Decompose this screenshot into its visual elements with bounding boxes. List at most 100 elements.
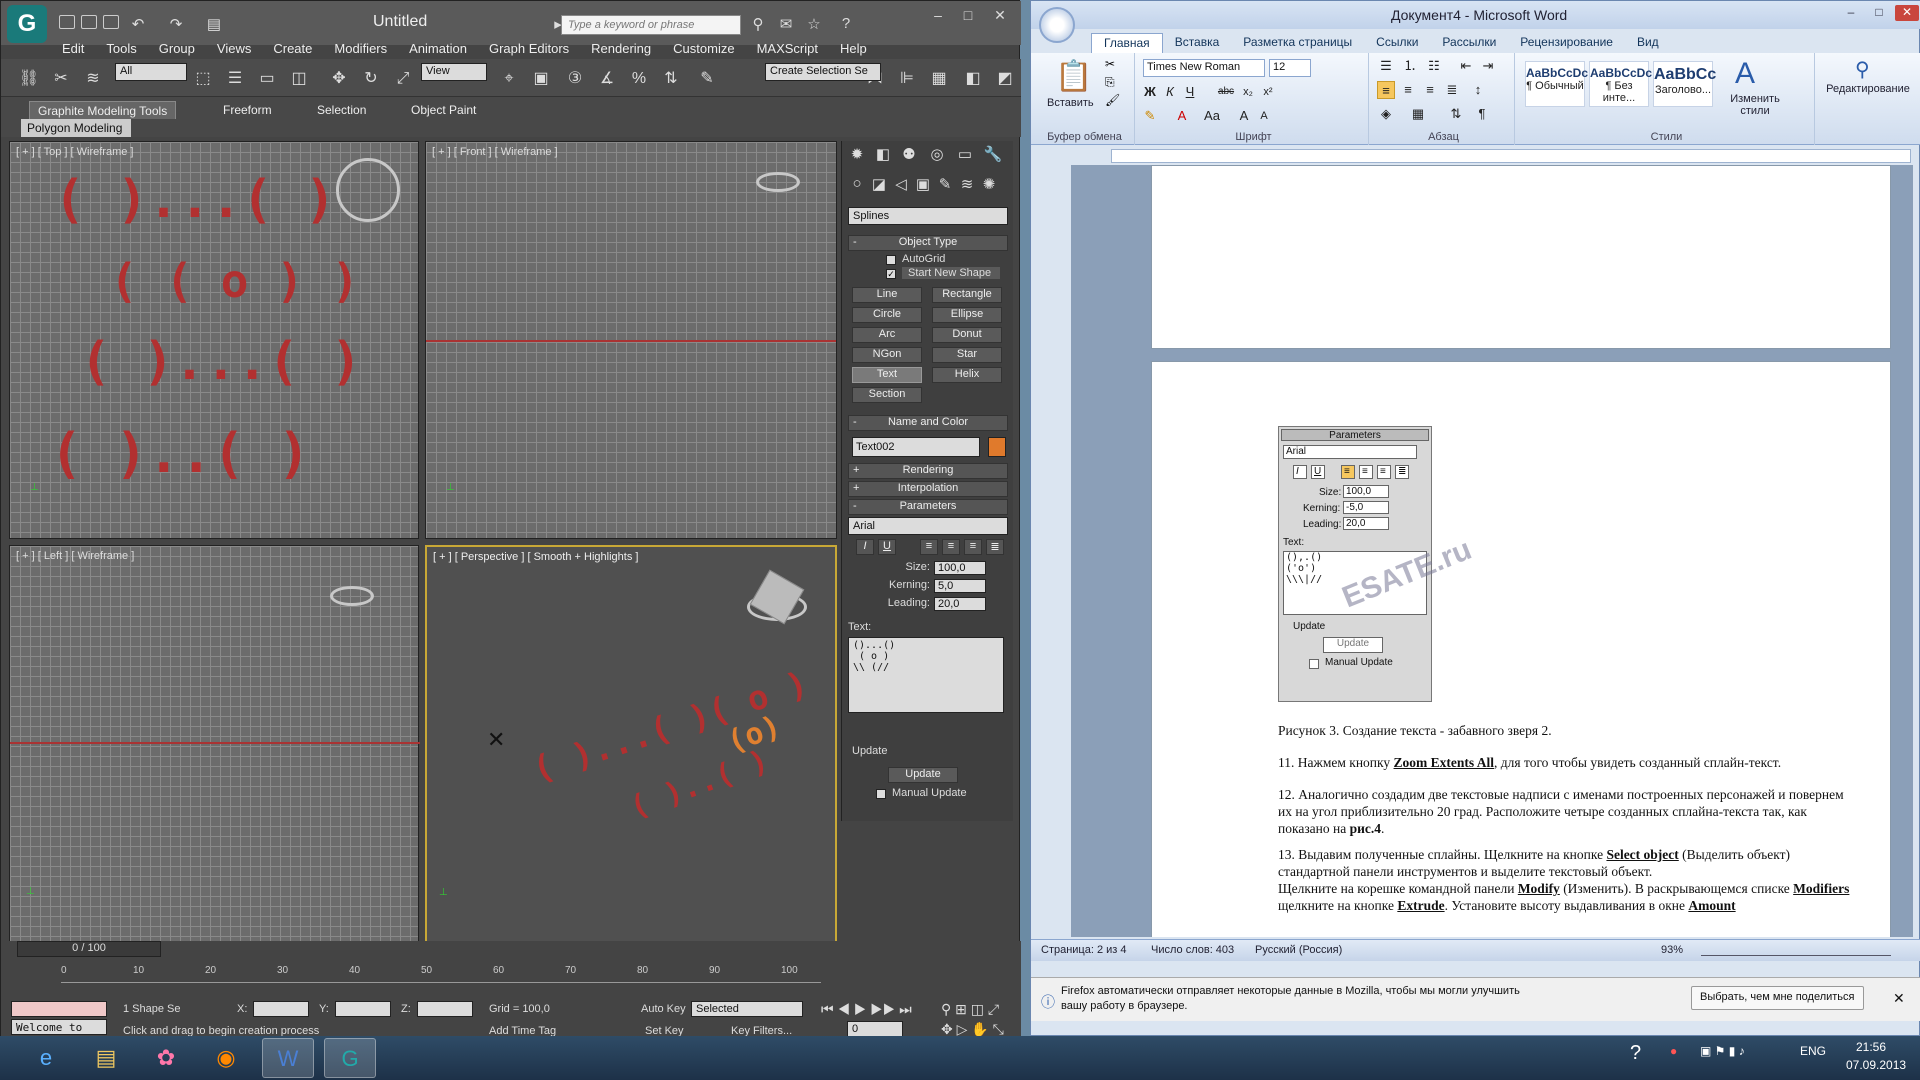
format-painter-icon[interactable]: 🖌	[1105, 93, 1120, 107]
tab-page-layout[interactable]: Разметка страницы	[1231, 33, 1364, 53]
reference-coord-dropdown[interactable]: View	[421, 63, 487, 81]
style-heading[interactable]: AaBbCc Заголово...	[1653, 61, 1716, 107]
minimize-icon[interactable]: –	[1839, 5, 1863, 21]
close-icon[interactable]: ✕	[1895, 5, 1919, 21]
viewport-perspective[interactable]: [ + ] [ Perspective ] [ Smooth + Highlig…	[425, 545, 837, 943]
align-right-icon[interactable]: ≡	[1421, 81, 1439, 99]
italic-icon[interactable]: К	[1161, 83, 1179, 101]
increase-indent-icon[interactable]: ⇥	[1479, 57, 1497, 75]
font-size-field[interactable]: 12	[1269, 59, 1311, 77]
key-mode-dropdown[interactable]: Selected	[691, 1001, 803, 1017]
ellipse-button[interactable]: Ellipse	[932, 307, 1002, 323]
polygon-modeling-panel[interactable]: Polygon Modeling	[21, 119, 131, 137]
word-count[interactable]: Число слов: 403	[1151, 944, 1234, 956]
language-status[interactable]: Русский (Россия)	[1255, 944, 1342, 956]
align-icon[interactable]: ⊫	[895, 67, 919, 91]
display-tab-icon[interactable]: ▭	[954, 145, 976, 167]
bullets-icon[interactable]: ☰	[1377, 57, 1395, 75]
tab-review[interactable]: Рецензирование	[1508, 33, 1625, 53]
select-manipulate-icon[interactable]: ▣	[529, 67, 553, 91]
text-button[interactable]: Text	[852, 367, 922, 383]
object-color-swatch[interactable]	[988, 437, 1006, 457]
menu-modifiers[interactable]: Modifiers	[323, 39, 398, 57]
viewcube-icon[interactable]	[756, 172, 800, 192]
align-left-icon[interactable]: ≡	[1377, 81, 1395, 99]
current-frame-field[interactable]: 0	[847, 1021, 903, 1037]
arc-button[interactable]: Arc	[852, 327, 922, 343]
tray-icons[interactable]: ▣ ⚑ ▮ ♪	[1700, 1044, 1745, 1058]
superscript-icon[interactable]: x²	[1259, 83, 1277, 101]
playback-controls-icon[interactable]: ⏮ ◀ ▶ ▶▶ ⏭	[821, 1001, 912, 1018]
input-language[interactable]: ENG	[1800, 1044, 1826, 1058]
create-tab-icon[interactable]: ✹	[846, 145, 868, 167]
helix-button[interactable]: Helix	[932, 367, 1002, 383]
viewport-left-label[interactable]: [ + ] [ Left ] [ Wireframe ]	[16, 550, 134, 562]
lights-icon[interactable]: ◁	[890, 175, 912, 197]
viewport-persp-label[interactable]: [ + ] [ Perspective ] [ Smooth + Highlig…	[433, 551, 638, 563]
edit-named-selection-icon[interactable]: ✎	[695, 67, 719, 91]
menu-customize[interactable]: Customize	[662, 39, 745, 57]
tab-references[interactable]: Ссылки	[1364, 33, 1430, 53]
manual-update-checkbox[interactable]	[876, 789, 886, 799]
change-styles-button[interactable]: Изменить стили	[1725, 93, 1785, 117]
maximize-icon[interactable]: □	[955, 7, 981, 25]
new-file-icon[interactable]	[59, 15, 75, 29]
timeline-ruler[interactable]: 0 10 20 30 40 50 60 70 80 90 100	[61, 961, 821, 983]
paste-icon[interactable]: 📋	[1055, 59, 1092, 94]
pivot-center-icon[interactable]: ⌖	[497, 67, 521, 91]
bold-icon[interactable]: Ж	[1141, 83, 1159, 101]
clock-date[interactable]: 07.09.2013	[1846, 1058, 1906, 1072]
ngon-button[interactable]: NGon	[852, 347, 922, 363]
justify-icon[interactable]: ≣	[1443, 81, 1461, 99]
numbering-icon[interactable]: ⒈	[1401, 57, 1419, 75]
window-crossing-icon[interactable]: ◫	[287, 67, 311, 91]
shape-category-dropdown[interactable]: Splines	[848, 207, 1008, 225]
decrease-indent-icon[interactable]: ⇤	[1457, 57, 1475, 75]
update-button[interactable]: Update	[888, 767, 958, 783]
style-no-spacing[interactable]: AaBbCcDc ¶ Без инте...	[1589, 61, 1652, 107]
layer-manager-icon[interactable]: ▦	[927, 67, 951, 91]
show-formatting-icon[interactable]: ¶	[1473, 105, 1491, 123]
select-link-icon[interactable]: ⛓	[17, 67, 41, 91]
italic-button[interactable]: I	[856, 539, 874, 555]
multilevel-list-icon[interactable]: ☷	[1425, 57, 1443, 75]
strikethrough-icon[interactable]: abc	[1217, 83, 1235, 101]
ribbon-tab-graphite[interactable]: Graphite Modeling Tools	[29, 101, 177, 119]
editing-icon[interactable]: ⚲	[1855, 57, 1870, 82]
spline-text-shape[interactable]: ( )...( )	[80, 332, 362, 392]
spline-text-shape[interactable]: ( )...( )	[54, 170, 336, 230]
redo-icon[interactable]: ↷	[167, 15, 185, 33]
favorites-star-icon[interactable]: ☆	[805, 15, 823, 33]
helpers-icon[interactable]: ✎	[934, 175, 956, 197]
time-slider[interactable]: 0 / 100	[17, 941, 161, 957]
select-by-name-icon[interactable]: ☰	[223, 67, 247, 91]
copy-icon[interactable]: ⎘	[1105, 75, 1115, 90]
help-tray-icon[interactable]: ?	[1630, 1042, 1641, 1065]
align-center-icon[interactable]: ≡	[1399, 81, 1417, 99]
spline-text-3d[interactable]: ( )..( )	[625, 743, 773, 825]
zoom-level[interactable]: 93%	[1661, 944, 1683, 956]
menu-rendering[interactable]: Rendering	[580, 39, 662, 57]
shrink-font-icon[interactable]: A	[1255, 107, 1273, 125]
x-coord-field[interactable]	[253, 1001, 309, 1017]
close-notification-icon[interactable]: ✕	[1893, 990, 1905, 1007]
font-name-field[interactable]: Times New Roman	[1143, 59, 1265, 77]
cut-icon[interactable]: ✂	[1105, 57, 1115, 71]
spinner-snap-icon[interactable]: ⇅	[659, 67, 683, 91]
font-dropdown[interactable]: Arial	[848, 517, 1008, 535]
start-new-shape-checkbox[interactable]: ✓	[886, 269, 896, 279]
tab-mailings[interactable]: Рассылки	[1430, 33, 1508, 53]
star-button[interactable]: Star	[932, 347, 1002, 363]
document-page-2[interactable]: Parameters Arial I U ≡ ≡ ≡ ≣ Size: 100,0…	[1151, 361, 1891, 937]
shapes-icon[interactable]: ◪	[868, 175, 890, 197]
line-spacing-icon[interactable]: ↕	[1469, 81, 1487, 99]
editing-button[interactable]: Редактирование	[1821, 83, 1915, 95]
maxscript-listener[interactable]: Welcome to M:	[11, 1019, 107, 1047]
donut-button[interactable]: Donut	[932, 327, 1002, 343]
section-button[interactable]: Section	[852, 387, 922, 403]
viewport-front[interactable]: [ + ] [ Front ] [ Wireframe ] ⊥	[425, 141, 837, 539]
help-icon[interactable]: ?	[837, 15, 855, 33]
menu-views[interactable]: Views	[206, 39, 262, 57]
spline-text-shape[interactable]: ( )..( )	[50, 422, 310, 485]
embedded-parameters-image[interactable]: Parameters Arial I U ≡ ≡ ≡ ≣ Size: 100,0…	[1278, 426, 1476, 702]
